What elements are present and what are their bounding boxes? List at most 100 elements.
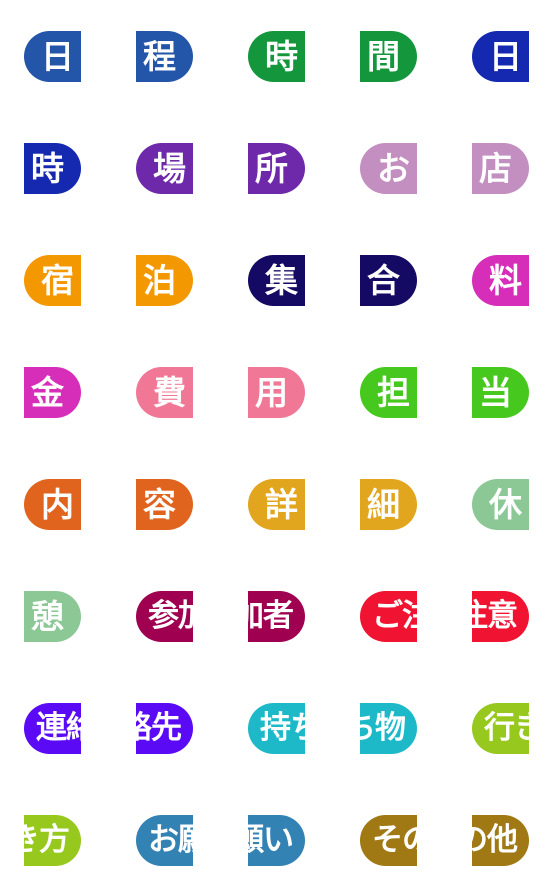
sticker-tile[interactable]: ご注意 bbox=[360, 591, 417, 642]
sticker-tile[interactable]: 料 bbox=[472, 255, 529, 306]
sticker-tile[interactable]: 程 bbox=[136, 31, 193, 82]
sticker-tile[interactable]: お願い bbox=[248, 815, 305, 866]
sticker-char: 担 bbox=[377, 373, 410, 412]
sticker-pill-shape: 日 bbox=[472, 31, 529, 82]
sticker-pill-shape: 間 bbox=[360, 31, 417, 82]
sticker-tile[interactable]: 休 bbox=[472, 479, 529, 530]
sticker-tile[interactable]: 泊 bbox=[136, 255, 193, 306]
sticker-pill-shape: 休 bbox=[472, 479, 529, 530]
sticker-char: 休 bbox=[489, 485, 522, 524]
sticker-char: 費 bbox=[153, 373, 186, 412]
sticker-tile[interactable]: 間 bbox=[360, 31, 417, 82]
sticker-word: 参加者 bbox=[148, 598, 193, 634]
sticker-tile[interactable]: 費 bbox=[136, 367, 193, 418]
sticker-tile[interactable]: 持ち物 bbox=[248, 703, 305, 754]
sticker-word: 連絡先 bbox=[36, 710, 81, 746]
sticker-tile[interactable]: 担 bbox=[360, 367, 417, 418]
sticker-word: 持ち物 bbox=[260, 710, 305, 746]
sticker-tile[interactable]: 連絡先 bbox=[24, 703, 81, 754]
sticker-pill-shape: 費 bbox=[136, 367, 193, 418]
sticker-tile[interactable]: 金 bbox=[24, 367, 81, 418]
sticker-tile[interactable]: 用 bbox=[248, 367, 305, 418]
sticker-tile[interactable]: 細 bbox=[360, 479, 417, 530]
sticker-tile[interactable]: お bbox=[360, 143, 417, 194]
sticker-pill-shape: 場 bbox=[136, 143, 193, 194]
sticker-pill-shape: その他 bbox=[472, 815, 529, 866]
sticker-pill-shape: 容 bbox=[136, 479, 193, 530]
sticker-tile[interactable]: 店 bbox=[472, 143, 529, 194]
sticker-pill-shape: 泊 bbox=[136, 255, 193, 306]
sticker-char: 程 bbox=[143, 37, 176, 76]
sticker-tile[interactable]: 容 bbox=[136, 479, 193, 530]
sticker-char: 店 bbox=[479, 149, 512, 188]
sticker-tile[interactable]: 当 bbox=[472, 367, 529, 418]
sticker-tile[interactable]: その他 bbox=[472, 815, 529, 866]
sticker-pill-shape: お願い bbox=[136, 815, 193, 866]
sticker-tile[interactable]: 日 bbox=[472, 31, 529, 82]
sticker-char: 所 bbox=[255, 149, 288, 188]
sticker-tile[interactable]: 内 bbox=[24, 479, 81, 530]
sticker-pill-shape: 細 bbox=[360, 479, 417, 530]
sticker-tile[interactable]: 合 bbox=[360, 255, 417, 306]
sticker-tile[interactable]: 参加者 bbox=[136, 591, 193, 642]
sticker-pill-shape: 持ち物 bbox=[248, 703, 305, 754]
sticker-pill-shape: 連絡先 bbox=[24, 703, 81, 754]
sticker-pill-shape: お願い bbox=[248, 815, 305, 866]
sticker-pill-shape: お bbox=[360, 143, 417, 194]
sticker-char: 憩 bbox=[31, 597, 64, 636]
sticker-tile[interactable]: 詳 bbox=[248, 479, 305, 530]
sticker-char: 料 bbox=[489, 261, 522, 300]
sticker-char: 金 bbox=[31, 373, 64, 412]
sticker-char: 容 bbox=[143, 485, 176, 524]
sticker-tile[interactable]: 時 bbox=[24, 143, 81, 194]
sticker-char: 宿 bbox=[41, 261, 74, 300]
sticker-pill-shape: 宿 bbox=[24, 255, 81, 306]
sticker-tile[interactable]: 所 bbox=[248, 143, 305, 194]
sticker-tile[interactable]: 連絡先 bbox=[136, 703, 193, 754]
sticker-pill-shape: 集 bbox=[248, 255, 305, 306]
sticker-pill-shape: 日 bbox=[24, 31, 81, 82]
sticker-tile[interactable]: ご注意 bbox=[472, 591, 529, 642]
sticker-pill-shape: 当 bbox=[472, 367, 529, 418]
sticker-word: 持ち物 bbox=[360, 710, 406, 746]
sticker-pill-shape: 時 bbox=[248, 31, 305, 82]
sticker-pill-shape: 店 bbox=[472, 143, 529, 194]
sticker-pill-shape: 合 bbox=[360, 255, 417, 306]
sticker-tile[interactable]: 憩 bbox=[24, 591, 81, 642]
sticker-pill-shape: ご注意 bbox=[360, 591, 417, 642]
sticker-char: 詳 bbox=[265, 485, 298, 524]
sticker-pill-shape: 程 bbox=[136, 31, 193, 82]
sticker-tile[interactable]: 場 bbox=[136, 143, 193, 194]
sticker-pill-shape: 行き方 bbox=[472, 703, 529, 754]
sticker-word: お願い bbox=[248, 822, 294, 858]
sticker-char: 日 bbox=[41, 37, 74, 76]
sticker-pill-shape: その他 bbox=[360, 815, 417, 866]
sticker-tile[interactable]: 行き方 bbox=[24, 815, 81, 866]
sticker-tile[interactable]: 集 bbox=[248, 255, 305, 306]
sticker-tile[interactable]: 持ち物 bbox=[360, 703, 417, 754]
sticker-char: 時 bbox=[31, 149, 64, 188]
sticker-pill-shape: 参加者 bbox=[248, 591, 305, 642]
sticker-word: ご注意 bbox=[372, 598, 417, 634]
sticker-tile[interactable]: 参加者 bbox=[248, 591, 305, 642]
sticker-pill-shape: 内 bbox=[24, 479, 81, 530]
sticker-pill-shape: 所 bbox=[248, 143, 305, 194]
sticker-word: その他 bbox=[472, 822, 518, 858]
sticker-pill-shape: 料 bbox=[472, 255, 529, 306]
sticker-tile[interactable]: 日 bbox=[24, 31, 81, 82]
sticker-char: 集 bbox=[265, 261, 298, 300]
sticker-char: 泊 bbox=[143, 261, 176, 300]
sticker-char: 細 bbox=[367, 485, 400, 524]
sticker-tile[interactable]: 行き方 bbox=[472, 703, 529, 754]
sticker-char: 場 bbox=[153, 149, 186, 188]
sticker-tile[interactable]: 時 bbox=[248, 31, 305, 82]
sticker-pill-shape: 時 bbox=[24, 143, 81, 194]
sticker-tile[interactable]: お願い bbox=[136, 815, 193, 866]
sticker-pill-shape: 行き方 bbox=[24, 815, 81, 866]
sticker-tile[interactable]: その他 bbox=[360, 815, 417, 866]
sticker-tile[interactable]: 宿 bbox=[24, 255, 81, 306]
sticker-char: 内 bbox=[41, 485, 74, 524]
sticker-char: 間 bbox=[367, 37, 400, 76]
sticker-pill-shape: 参加者 bbox=[136, 591, 193, 642]
sticker-word: お願い bbox=[148, 822, 193, 858]
